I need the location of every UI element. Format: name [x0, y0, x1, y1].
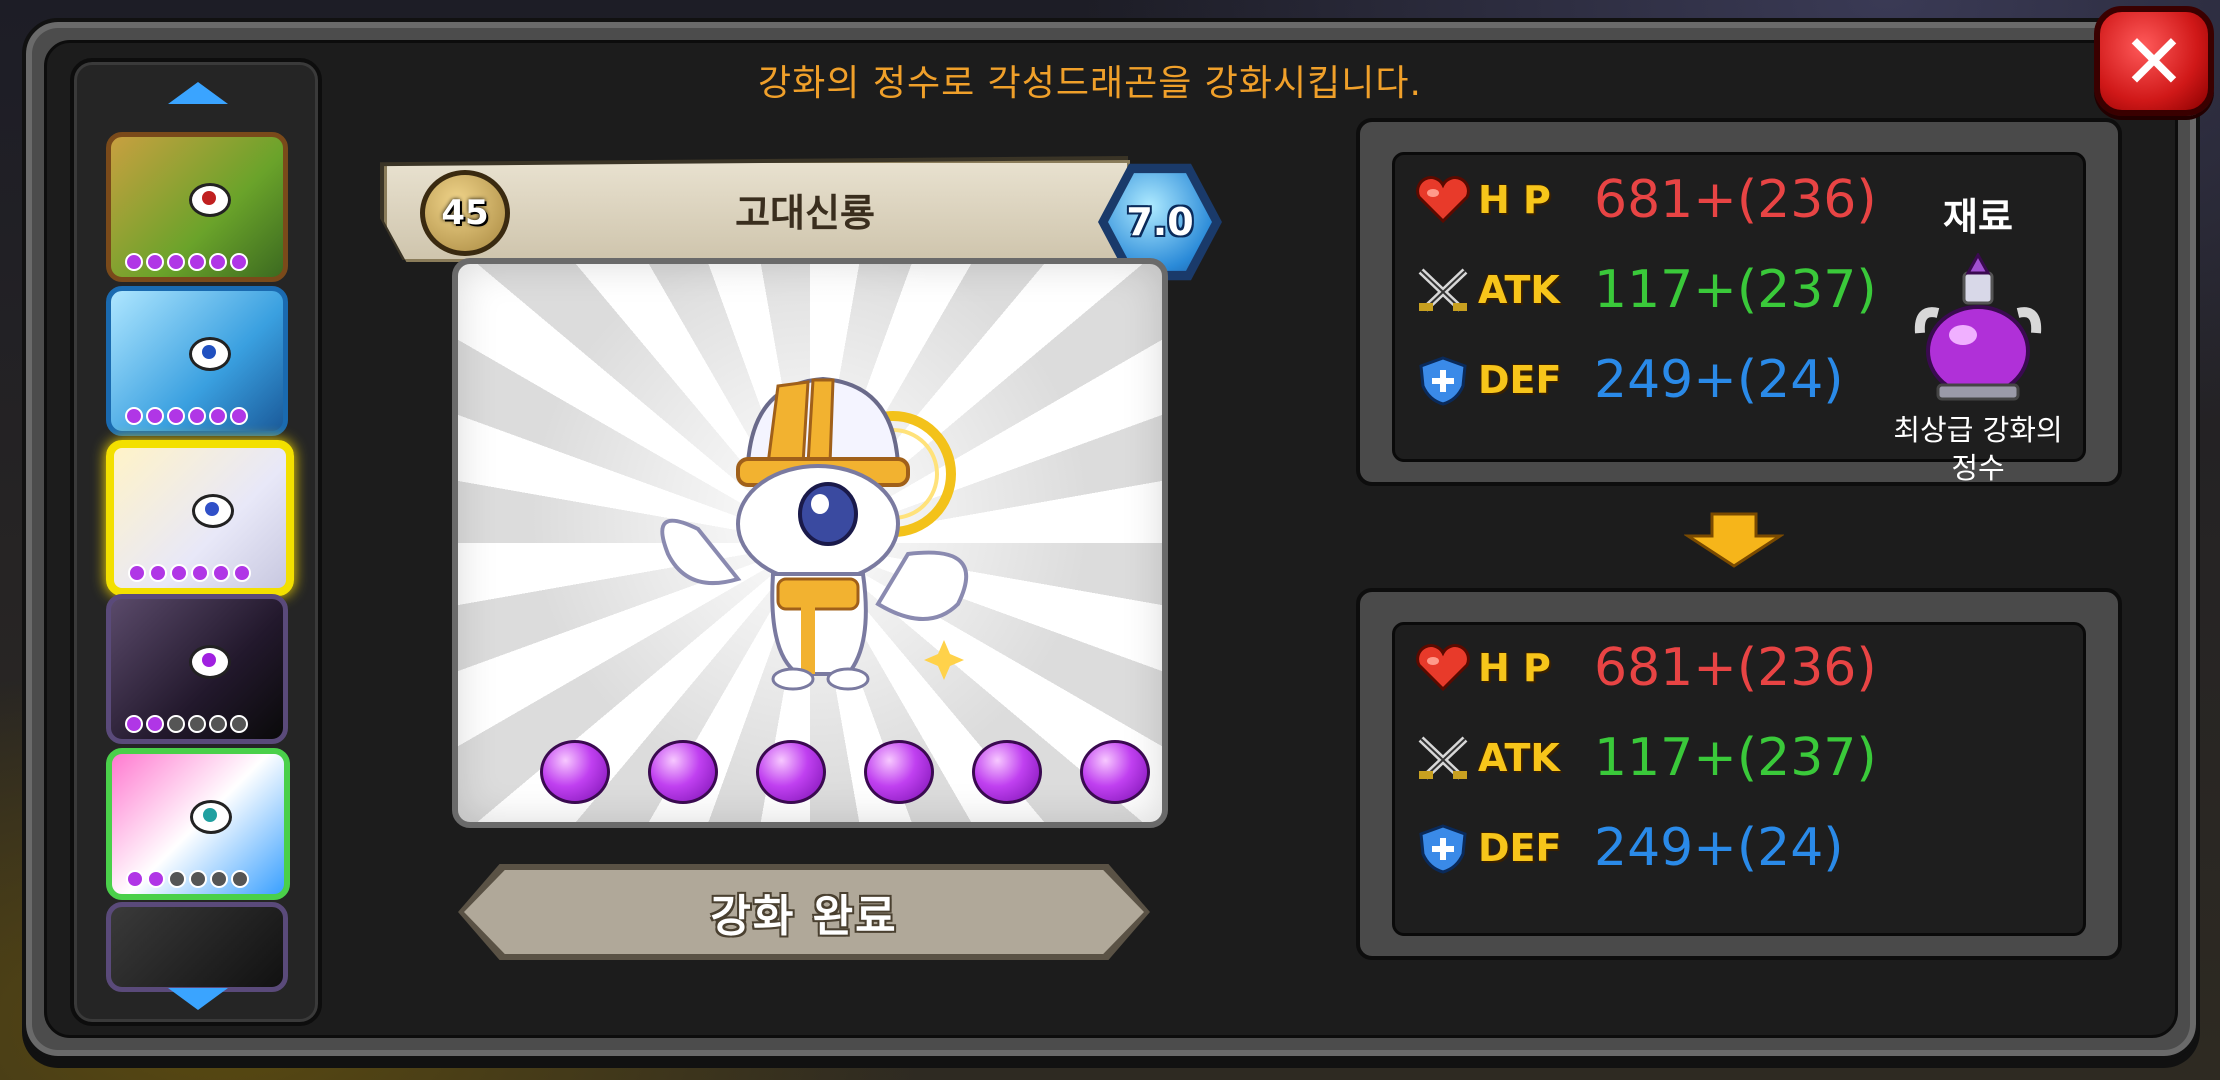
orb-icon [540, 740, 610, 804]
stat-row-def: DEF 249+(24) [1412, 348, 1844, 412]
atk-label: ATK [1478, 736, 1560, 780]
crossed-swords-icon [1412, 263, 1474, 317]
material-slot: 재료 최상급 강화의 정수 [1868, 186, 2088, 487]
heart-icon [1412, 173, 1474, 227]
atk-value: 117+(237) [1594, 728, 1877, 788]
orb-icon [756, 740, 826, 804]
result-arrow-down-icon [1684, 512, 1784, 568]
material-title: 재료 [1943, 195, 2013, 239]
crossed-swords-icon [1412, 731, 1474, 785]
orb-icon [1080, 740, 1150, 804]
scroll-up-arrow-icon[interactable] [168, 82, 228, 104]
stat-row-hp: H P 681+(236) [1412, 168, 1877, 232]
dragon-thumb-ice-dragon[interactable] [106, 286, 288, 436]
result-stats-panel: H P 681+(236) ATK 117+(237) DEF 249+(24) [1356, 588, 2122, 960]
close-button[interactable]: ✕ [2094, 6, 2214, 116]
orb-icon [972, 740, 1042, 804]
grade-value: 7.0 [1126, 200, 1194, 244]
shield-icon [1412, 821, 1474, 875]
dragon-illustration [660, 376, 969, 691]
result-stat-row-atk: ATK 117+(237) [1412, 726, 1877, 790]
dragon-eye [190, 800, 232, 834]
dragon-thumb-dark-dragon[interactable] [106, 594, 288, 744]
header-message: 강화의 정수로 각성드래곤을 강화시킵니다. [758, 63, 1422, 104]
result-stat-row-hp: H P 681+(236) [1412, 636, 1877, 700]
star-dots [125, 715, 248, 733]
star-dots [125, 253, 248, 271]
def-value: 249+(24) [1594, 350, 1844, 410]
def-label: DEF [1478, 826, 1562, 870]
dragon-name: 고대신룡 [735, 191, 875, 235]
enhance-complete-button[interactable]: 강화 완료 [464, 870, 1144, 954]
hp-value: 681+(236) [1594, 170, 1877, 230]
dragon-thumb-green-dragon[interactable] [106, 132, 288, 282]
material-name: 최상급 강화의 정수 [1868, 411, 2088, 487]
dragon-list[interactable] [70, 58, 322, 1026]
star-dots [128, 564, 251, 582]
shield-icon [1412, 353, 1474, 407]
dragon-eye [189, 183, 231, 217]
atk-label: ATK [1478, 268, 1560, 312]
heart-icon [1412, 641, 1474, 695]
level-value: 45 [441, 193, 489, 233]
star-dots [125, 407, 248, 425]
hp-label: H P [1478, 178, 1551, 222]
scroll-down-arrow-icon[interactable] [168, 988, 228, 1010]
dragon-thumb-shadow-dragon[interactable] [106, 902, 288, 992]
dragon-eye [189, 337, 231, 371]
result-stat-row-def: DEF 249+(24) [1412, 816, 1844, 880]
dragon-eye [192, 494, 234, 528]
stat-row-atk: ATK 117+(237) [1412, 258, 1877, 322]
dragon-thumb-ancient-holy-dragon-selected[interactable] [106, 440, 294, 596]
def-label: DEF [1478, 358, 1562, 402]
def-value: 249+(24) [1594, 818, 1844, 878]
dialog-header: 강화의 정수로 각성드래곤을 강화시킵니다. [0, 54, 2220, 106]
orb-icon [648, 740, 718, 804]
material-name-line2: 정수 [1951, 451, 2005, 485]
close-icon: ✕ [2122, 16, 2186, 106]
dragon-thumb-rainbow-dragon[interactable] [106, 748, 290, 900]
hp-value: 681+(236) [1594, 638, 1877, 698]
orb-icon [864, 740, 934, 804]
hp-label: H P [1478, 646, 1551, 690]
complete-button-label: 강화 완료 [710, 891, 898, 942]
material-name-line1: 최상급 강화의 [1893, 413, 2063, 447]
essence-potion-icon [1914, 253, 2042, 401]
dragon-eye [189, 645, 231, 679]
level-badge: 45 [420, 170, 510, 256]
evolution-orbs [540, 740, 1150, 804]
atk-value: 117+(237) [1594, 260, 1877, 320]
star-dots [126, 870, 249, 888]
